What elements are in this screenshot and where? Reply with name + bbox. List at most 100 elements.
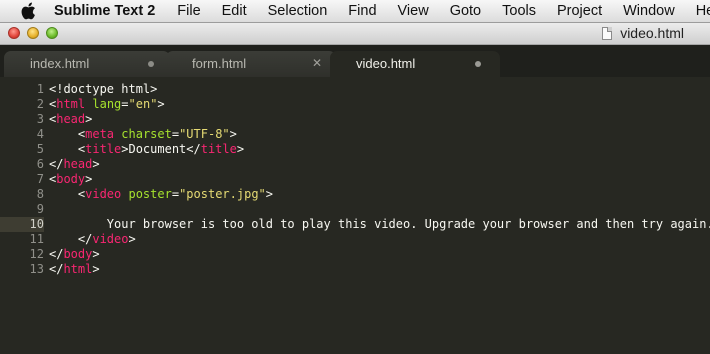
- menu-bar: Sublime Text 2 File Edit Selection Find …: [0, 0, 710, 23]
- code-editor[interactable]: 1 <!doctype html> 2 <html lang="en"> 3 <head>…: [0, 77, 710, 354]
- code-token: meta: [85, 127, 115, 141]
- menu-goto[interactable]: Goto: [450, 3, 481, 19]
- code-text: </body>: [49, 247, 100, 262]
- code-line[interactable]: 11 </video>: [0, 232, 710, 247]
- code-token: </: [49, 157, 64, 171]
- tab-label: video.html: [356, 56, 416, 71]
- code-token: html: [63, 262, 93, 276]
- menu-window[interactable]: Window: [623, 3, 675, 19]
- code-line[interactable]: 4 <meta charset="UTF-8">: [0, 127, 710, 142]
- code-token: "en": [128, 97, 158, 111]
- code-token: >: [92, 262, 100, 276]
- code-token: >: [128, 232, 136, 246]
- code-token: charset: [121, 127, 172, 141]
- modified-dot-icon[interactable]: [475, 61, 481, 67]
- apple-icon[interactable]: [20, 2, 36, 20]
- line-number: 12: [29, 247, 44, 261]
- tab-label: index.html: [30, 56, 90, 71]
- code-line[interactable]: 10 Your browser is too old to play this …: [0, 217, 710, 232]
- code-line[interactable]: 2 <html lang="en">: [0, 97, 710, 112]
- code-text: <!doctype html>: [49, 82, 157, 97]
- line-number: 10: [29, 217, 44, 231]
- line-number: 2: [36, 97, 44, 111]
- line-number: 11: [29, 232, 44, 246]
- code-token: >: [229, 127, 237, 141]
- code-token: poster: [128, 187, 172, 201]
- code-text: <title>Document</title>: [49, 142, 244, 157]
- code-token: body: [56, 172, 86, 186]
- menu-edit[interactable]: Edit: [222, 3, 247, 19]
- code-token: head: [63, 157, 93, 171]
- code-token: </: [49, 247, 64, 261]
- code-token: <: [49, 187, 86, 201]
- code-text: <body>: [49, 172, 92, 187]
- code-line[interactable]: 3 <head>: [0, 112, 710, 127]
- code-token: >: [157, 97, 165, 111]
- code-token: lang: [92, 97, 122, 111]
- tab-form-html[interactable]: form.html ✕: [166, 51, 336, 77]
- modified-dot-icon[interactable]: [148, 61, 154, 67]
- tab-label: form.html: [192, 56, 247, 71]
- window-titlebar: video.html: [0, 23, 710, 45]
- code-token: html: [56, 97, 86, 111]
- code-token: <!doctype html>: [49, 82, 158, 96]
- window-title: video.html: [602, 25, 684, 41]
- line-number: 8: [36, 187, 44, 201]
- line-number: 3: [36, 112, 44, 126]
- code-line[interactable]: 6 </head>: [0, 157, 710, 172]
- code-token: =: [171, 127, 180, 141]
- window-title-text: video.html: [620, 25, 684, 41]
- code-token: title: [85, 142, 122, 156]
- code-token: </: [49, 262, 64, 276]
- code-line[interactable]: 12 </body>: [0, 247, 710, 262]
- app-menu[interactable]: Sublime Text 2: [54, 3, 155, 19]
- code-token: <: [49, 127, 86, 141]
- code-line[interactable]: 1 <!doctype html>: [0, 82, 710, 97]
- code-line[interactable]: 7 <body>: [0, 172, 710, 187]
- menu-project[interactable]: Project: [557, 3, 602, 19]
- code-text: Your browser is too old to play this vid…: [49, 217, 710, 232]
- code-token: </: [49, 232, 93, 246]
- menu-tools[interactable]: Tools: [502, 3, 536, 19]
- code-text: <html lang="en">: [49, 97, 165, 112]
- close-window-button[interactable]: [8, 27, 20, 39]
- line-number: 6: [36, 157, 44, 171]
- tab-video-html[interactable]: video.html: [330, 51, 500, 78]
- tab-index-html[interactable]: index.html: [4, 51, 170, 77]
- code-text: </video>: [49, 232, 136, 247]
- line-number: 13: [29, 262, 44, 276]
- code-text: </head>: [49, 157, 100, 172]
- code-token: =: [121, 97, 129, 111]
- code-line[interactable]: 13 </html>: [0, 262, 710, 277]
- code-line[interactable]: 9: [0, 202, 710, 217]
- menu-view[interactable]: View: [398, 3, 429, 19]
- line-number: 5: [36, 142, 44, 156]
- code-token: video: [92, 232, 129, 246]
- code-text: <head>: [49, 112, 92, 127]
- zoom-window-button[interactable]: [46, 27, 58, 39]
- code-token: "poster.jpg": [179, 187, 266, 201]
- code-token: Your browser is too old to play this vid…: [49, 217, 710, 231]
- line-number: 7: [36, 172, 44, 186]
- menu-help[interactable]: Help: [696, 3, 710, 19]
- minimize-window-button[interactable]: [27, 27, 39, 39]
- code-token: =: [171, 187, 180, 201]
- code-line[interactable]: 8 <video poster="poster.jpg">: [0, 187, 710, 202]
- line-number: 4: [36, 127, 44, 141]
- code-text: </html>: [49, 262, 100, 277]
- code-token: head: [56, 112, 86, 126]
- code-token: title: [200, 142, 237, 156]
- code-token: >: [92, 247, 100, 261]
- menu-find[interactable]: Find: [348, 3, 376, 19]
- close-tab-icon[interactable]: ✕: [312, 51, 322, 76]
- code-token: video: [85, 187, 122, 201]
- code-token: >: [236, 142, 245, 156]
- code-token: "UTF-8": [179, 127, 230, 141]
- code-token: >Document</: [121, 142, 201, 156]
- document-icon: [602, 26, 613, 40]
- menu-selection[interactable]: Selection: [268, 3, 328, 19]
- menu-file[interactable]: File: [177, 3, 200, 19]
- tab-bar: index.html form.html ✕ video.html: [0, 45, 710, 78]
- code-line[interactable]: 5 <title>Document</title>: [0, 142, 710, 157]
- code-token: body: [63, 247, 93, 261]
